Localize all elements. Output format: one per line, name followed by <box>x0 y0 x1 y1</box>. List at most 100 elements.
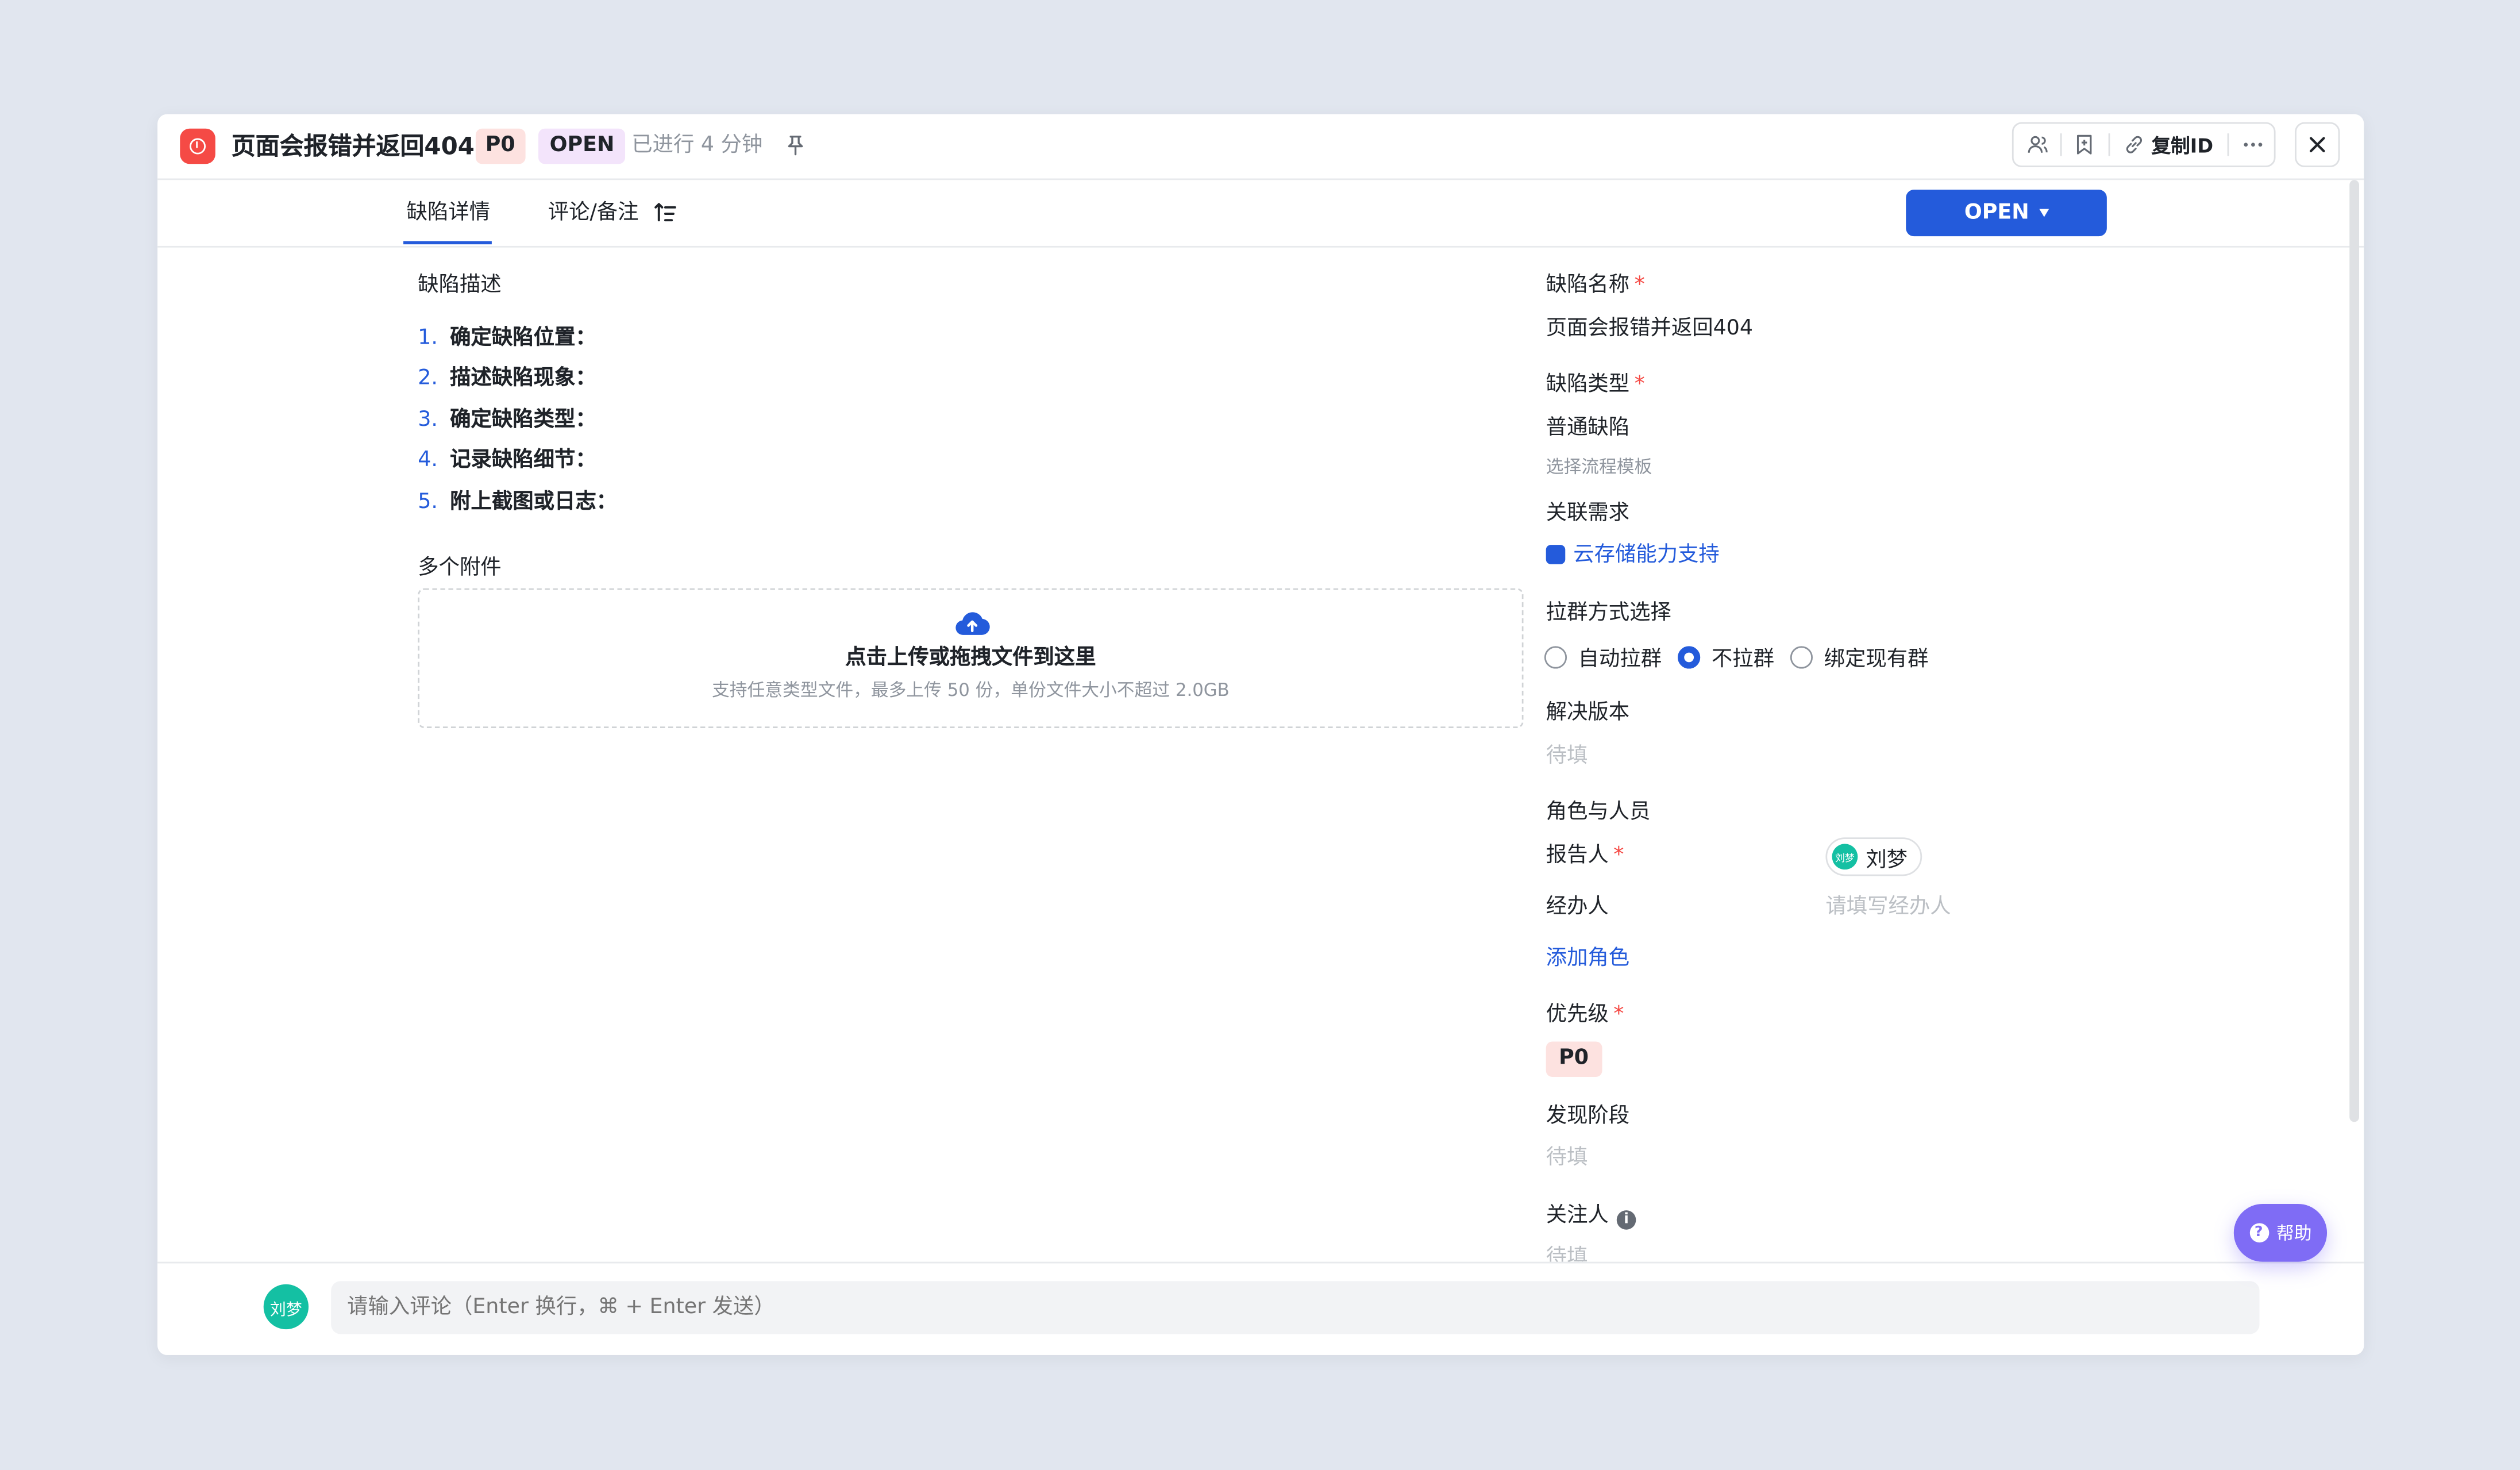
reporter-label-text: 报告人 <box>1546 844 1609 868</box>
step-number: 5. <box>418 489 438 514</box>
status-tag[interactable]: OPEN <box>538 128 626 164</box>
radio-icon <box>1544 645 1567 668</box>
step-number: 3. <box>418 407 438 432</box>
reporter-label: 报告人 * <box>1546 842 1624 871</box>
scrollbar[interactable] <box>2349 180 2359 1122</box>
info-icon[interactable]: i <box>1616 1210 1636 1230</box>
step-number: 2. <box>418 367 438 391</box>
attachments-label: 多个附件 <box>418 556 502 580</box>
bookmark-icon <box>2076 134 2092 155</box>
close-button[interactable] <box>2295 122 2340 167</box>
name-label-text: 缺陷名称 <box>1546 273 1630 298</box>
reporter-name: 刘梦 <box>1866 848 1908 872</box>
add-role-link[interactable]: 添加角色 <box>1546 945 1629 974</box>
requirement-icon <box>1546 545 1566 564</box>
type-field-label: 缺陷类型 * <box>1546 371 1645 400</box>
version-field-value[interactable]: 待填 <box>1546 742 1588 771</box>
elapsed-time: 已进行 4 分钟 <box>631 133 763 158</box>
divider <box>2108 133 2110 156</box>
related-field-label: 关联需求 <box>1546 501 1630 526</box>
caret-down-icon <box>2039 209 2049 217</box>
header-toolbar: 复制ID <box>2012 122 2276 167</box>
radio-icon <box>1790 645 1813 668</box>
help-icon: ? <box>2249 1223 2268 1243</box>
list-item: 3. 确定缺陷类型： <box>418 405 617 445</box>
members-button[interactable] <box>2020 124 2056 166</box>
required-mark: * <box>1613 1003 1624 1028</box>
status-button-label: OPEN <box>1964 201 2029 225</box>
divider <box>2227 133 2229 156</box>
link-icon <box>2126 136 2142 153</box>
group-field-label: 拉群方式选择 <box>1546 601 1671 626</box>
priority-value-tag[interactable]: P0 <box>1546 1041 1602 1077</box>
reporter-user-chip[interactable]: 刘梦 刘梦 <box>1825 837 1922 876</box>
avatar: 刘梦 <box>1832 844 1858 870</box>
upload-title: 点击上传或拖拽文件到这里 <box>845 646 1096 671</box>
radio-label: 绑定现有群 <box>1824 648 1929 672</box>
assignee-label: 经办人 <box>1546 895 1609 919</box>
step-number: 1. <box>418 326 438 351</box>
tab-bug-detail[interactable]: 缺陷详情 <box>407 199 490 228</box>
step-text: 确定缺陷位置： <box>450 326 596 351</box>
tab-bar: 缺陷详情 评论/备注 OPEN <box>157 180 2364 248</box>
version-field-label: 解决版本 <box>1546 701 1630 725</box>
radio-bind-group[interactable]: 绑定现有群 <box>1790 641 1929 672</box>
status-dropdown-button[interactable]: OPEN <box>1906 190 2107 237</box>
radio-no-group[interactable]: 不拉群 <box>1678 641 1774 672</box>
type-label-text: 缺陷类型 <box>1546 372 1630 397</box>
comment-input[interactable] <box>331 1281 2260 1334</box>
upload-dropzone[interactable]: 点击上传或拖拽文件到这里 支持任意类型文件，最多上传 50 份，单份文件大小不超… <box>418 588 1524 729</box>
copy-id-button[interactable]: 复制ID <box>2113 124 2222 166</box>
type-field-value[interactable]: 普通缺陷 <box>1546 415 1629 444</box>
required-mark: * <box>1634 273 1645 298</box>
group-radio-group: 自动拉群 不拉群 绑定现有群 <box>1544 641 1945 672</box>
upload-hint: 支持任意类型文件，最多上传 50 份，单份文件大小不超过 2.0GB <box>711 680 1230 701</box>
list-item: 2. 描述缺陷现象： <box>418 364 617 405</box>
priority-tag[interactable]: P0 <box>475 128 525 164</box>
related-requirement-text: 云存储能力支持 <box>1573 543 1720 568</box>
radio-auto-group[interactable]: 自动拉群 <box>1544 641 1662 672</box>
step-text: 记录缺陷细节： <box>450 448 596 473</box>
cloud-upload-icon <box>955 612 990 635</box>
help-label: 帮助 <box>2276 1223 2312 1244</box>
bookmark-button[interactable] <box>2067 124 2102 166</box>
more-button[interactable] <box>2234 124 2272 166</box>
watchers-label-text: 关注人 <box>1546 1203 1609 1228</box>
comment-bar: 刘梦 <box>157 1261 2364 1355</box>
radio-checked-icon <box>1678 645 1701 668</box>
template-link[interactable]: 选择流程模板 <box>1546 456 1652 479</box>
list-item: 4. 记录缺陷细节： <box>418 445 617 486</box>
page-title: 页面会报错并返回404 <box>231 132 475 161</box>
bug-type-icon <box>180 128 215 164</box>
help-button[interactable]: ? 帮助 <box>2233 1203 2328 1262</box>
required-mark: * <box>1634 372 1645 397</box>
radio-label: 自动拉群 <box>1578 648 1662 672</box>
assignee-input[interactable]: 请填写经办人 <box>1825 894 1951 922</box>
watchers-field-label: 关注人 i <box>1546 1202 1636 1231</box>
step-text: 描述缺陷现象： <box>450 367 596 391</box>
description-label: 缺陷描述 <box>418 273 502 298</box>
radio-label: 不拉群 <box>1711 648 1774 672</box>
list-item: 1. 确定缺陷位置： <box>418 323 617 364</box>
related-requirement-link[interactable]: 云存储能力支持 <box>1546 542 1720 571</box>
step-number: 4. <box>418 448 438 473</box>
tab-comments[interactable]: 评论/备注 <box>548 199 639 228</box>
avatar: 刘梦 <box>263 1284 309 1330</box>
description-steps[interactable]: 1. 确定缺陷位置： 2. 描述缺陷现象： 3. 确定缺陷类型： 4. 记录缺陷细节： … <box>418 323 617 527</box>
divider <box>2060 133 2062 156</box>
phase-field-value[interactable]: 待填 <box>1546 1144 1588 1173</box>
members-icon <box>2028 136 2048 153</box>
priority-field-label: 优先级 * <box>1546 1002 1624 1030</box>
priority-label-text: 优先级 <box>1546 1003 1609 1028</box>
name-field-value[interactable]: 页面会报错并返回404 <box>1546 315 1753 344</box>
required-mark: * <box>1613 844 1624 868</box>
name-field-label: 缺陷名称 * <box>1546 272 1645 301</box>
close-icon <box>2309 137 2325 153</box>
step-text: 确定缺陷类型： <box>450 407 596 432</box>
modal-header: 页面会报错并返回404 P0 OPEN 已进行 4 分钟 复制ID <box>157 114 2364 180</box>
sort-icon[interactable] <box>653 199 679 225</box>
bug-detail-modal: 页面会报错并返回404 P0 OPEN 已进行 4 分钟 复制ID 缺陷详情 评… <box>157 114 2364 1355</box>
active-tab-indicator <box>403 241 492 245</box>
pin-icon[interactable] <box>784 133 807 156</box>
copy-id-label: 复制ID <box>2151 134 2214 157</box>
